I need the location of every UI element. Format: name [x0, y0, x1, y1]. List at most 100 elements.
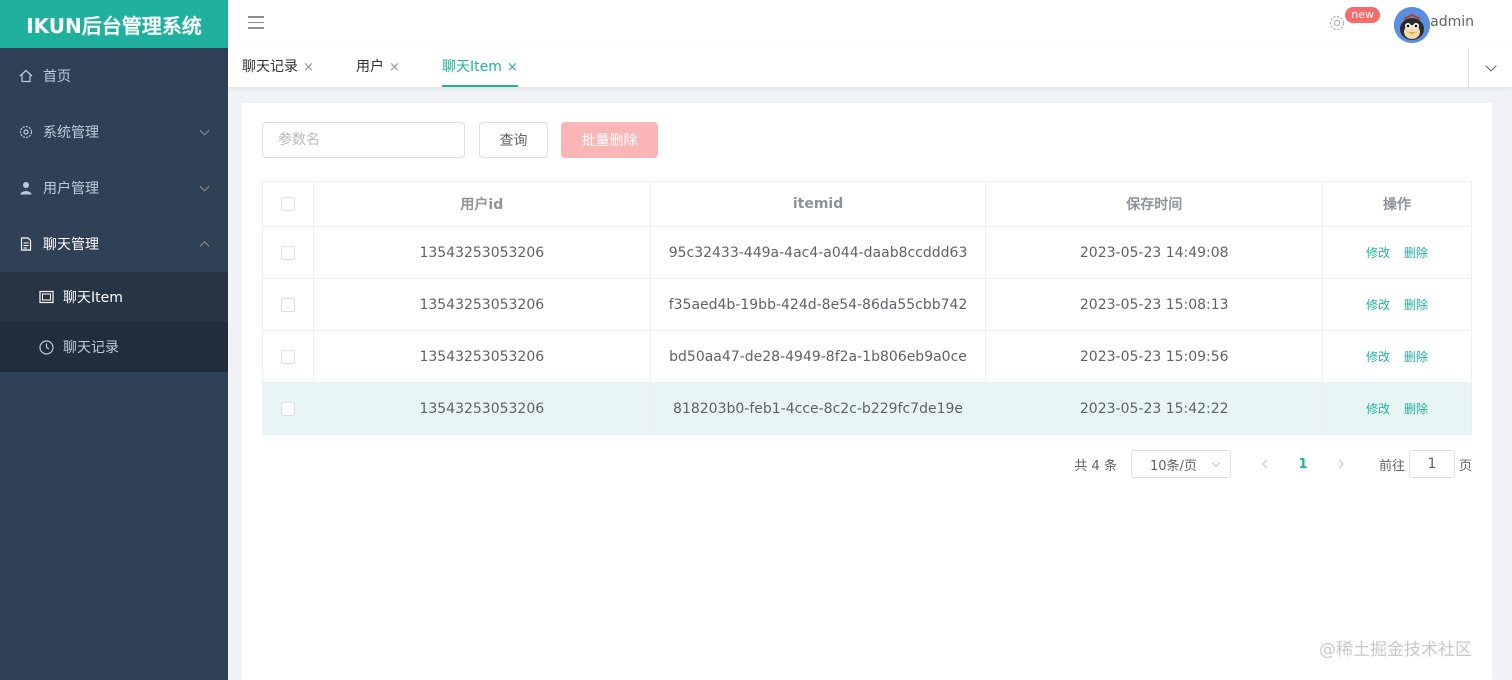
- item-id-cell: 818203b0-feb1-4cce-8c2c-b229fc7de19e: [651, 383, 987, 434]
- save-time-cell: 2023-05-23 14:49:08: [986, 227, 1324, 278]
- delete-link[interactable]: 删除: [1404, 348, 1428, 365]
- select-all-checkbox[interactable]: [280, 197, 295, 211]
- user-id-cell: 13543253053206: [314, 383, 651, 434]
- column-header: 操作: [1323, 182, 1472, 226]
- sidebar-item-label: 系统管理: [43, 125, 99, 141]
- item-id-cell: bd50aa47-de28-4949-8f2a-1b806eb9a0ce: [651, 331, 987, 382]
- close-icon[interactable]: ×: [303, 60, 314, 75]
- user-icon: [18, 180, 34, 196]
- chat-submenu: 聊天Item 聊天记录: [0, 272, 228, 372]
- goto-label: 前往: [1378, 458, 1405, 474]
- select-cell: [263, 227, 314, 278]
- top-header: new admin: [228, 0, 1512, 48]
- sidebar-item-home[interactable]: 首页: [0, 48, 228, 104]
- select-cell: [263, 279, 314, 330]
- total-count: 共 4 条: [1074, 458, 1117, 474]
- row-checkbox[interactable]: [280, 245, 295, 260]
- chevron-down-icon: [199, 125, 210, 136]
- chevron-down-icon: [199, 181, 210, 192]
- batch-delete-button[interactable]: 批量删除: [561, 122, 658, 158]
- actions-cell: 修改 删除: [1323, 383, 1472, 434]
- watermark: @稀土掘金技术社区: [1319, 640, 1472, 660]
- select-cell: [263, 331, 314, 382]
- new-badge: new: [1345, 7, 1380, 23]
- edit-link[interactable]: 修改: [1366, 296, 1390, 313]
- tab-label: 用户: [356, 59, 384, 75]
- app-logo: IKUN后台管理系统: [0, 0, 228, 48]
- delete-link[interactable]: 删除: [1404, 400, 1428, 417]
- data-table: 用户id itemid 保存时间 操作 13543253053206 95c32…: [262, 181, 1472, 435]
- edit-link[interactable]: 修改: [1366, 348, 1390, 365]
- tab-chat-item[interactable]: 聊天Item ×: [442, 48, 518, 87]
- current-page[interactable]: 1: [1283, 457, 1323, 472]
- delete-link[interactable]: 删除: [1404, 296, 1428, 313]
- actions-cell: 修改 删除: [1323, 227, 1472, 278]
- next-page-icon[interactable]: [1323, 450, 1359, 478]
- username[interactable]: admin: [1430, 14, 1474, 30]
- column-header: 用户id: [314, 182, 651, 226]
- item-id-cell: 95c32433-449a-4ac4-a044-daab8ccddd63: [651, 227, 987, 278]
- tab-label: 聊天记录: [242, 59, 298, 75]
- chat-item-icon: [38, 289, 54, 305]
- sidebar-item-system[interactable]: 系统管理: [0, 104, 228, 160]
- sidebar-item-users[interactable]: 用户管理: [0, 160, 228, 216]
- content-card: 查询 批量删除 用户id itemid 保存时间 操作 135432530532…: [242, 103, 1492, 680]
- sidebar-item-label: 聊天管理: [43, 237, 99, 253]
- sidebar-subitem-chat-item[interactable]: 聊天Item: [0, 272, 228, 322]
- column-header: itemid: [651, 182, 987, 226]
- row-checkbox[interactable]: [280, 297, 295, 312]
- sidebar: IKUN后台管理系统 首页 系统管理 用户管理 聊天管理 聊天Item 聊天记录: [0, 0, 228, 680]
- sidebar-item-chat[interactable]: 聊天管理: [0, 216, 228, 272]
- save-time-cell: 2023-05-23 15:09:56: [986, 331, 1324, 382]
- table-row: 13543253053206 bd50aa47-de28-4949-8f2a-1…: [263, 331, 1472, 383]
- sidebar-subitem-chat-records[interactable]: 聊天记录: [0, 322, 228, 372]
- table-row: 13543253053206 818203b0-feb1-4cce-8c2c-b…: [263, 383, 1472, 435]
- item-id-cell: f35aed4b-19bb-424d-8e54-86da55cbb742: [651, 279, 987, 330]
- sidebar-subitem-label: 聊天记录: [63, 340, 119, 356]
- query-button[interactable]: 查询: [479, 122, 548, 158]
- row-checkbox[interactable]: [280, 401, 295, 416]
- user-id-cell: 13543253053206: [314, 227, 651, 278]
- column-header: 保存时间: [986, 182, 1324, 226]
- edit-link[interactable]: 修改: [1366, 400, 1390, 417]
- select-all-cell: [263, 182, 314, 226]
- tab-users[interactable]: 用户 ×: [356, 48, 400, 87]
- close-icon[interactable]: ×: [389, 60, 400, 75]
- search-input[interactable]: [262, 122, 465, 158]
- tabs-bar: 聊天记录 × 用户 × 聊天Item ×: [228, 48, 1512, 88]
- page-size-select[interactable]: 10条/页: [1130, 450, 1231, 478]
- home-icon: [18, 68, 34, 84]
- page-unit-label: 页: [1458, 458, 1472, 474]
- avatar[interactable]: [1394, 7, 1430, 43]
- pagination: 共 4 条 10条/页 1 前往 页: [1074, 450, 1472, 478]
- select-cell: [263, 383, 314, 434]
- prev-page-icon[interactable]: [1247, 450, 1283, 478]
- hamburger-icon[interactable]: [248, 16, 264, 30]
- gear-icon: [18, 124, 34, 140]
- delete-link[interactable]: 删除: [1404, 244, 1428, 261]
- user-id-cell: 13543253053206: [314, 279, 651, 330]
- table-row: 13543253053206 f35aed4b-19bb-424d-8e54-8…: [263, 279, 1472, 331]
- tab-chat-records[interactable]: 聊天记录 ×: [242, 48, 314, 87]
- chevron-down-icon: [1484, 59, 1497, 72]
- sidebar-item-label: 用户管理: [43, 181, 99, 197]
- save-time-cell: 2023-05-23 15:08:13: [986, 279, 1324, 330]
- save-time-cell: 2023-05-23 15:42:22: [986, 383, 1324, 434]
- user-id-cell: 13543253053206: [314, 331, 651, 382]
- goto-page-input[interactable]: [1408, 450, 1455, 478]
- close-icon[interactable]: ×: [507, 60, 518, 75]
- table-header-row: 用户id itemid 保存时间 操作: [263, 182, 1472, 227]
- tabs-dropdown-button[interactable]: [1468, 48, 1512, 87]
- sidebar-subitem-label: 聊天Item: [63, 290, 123, 306]
- clock-icon: [38, 339, 54, 355]
- page-size-value: 10条/页: [1149, 458, 1197, 474]
- tab-label: 聊天Item: [442, 59, 502, 75]
- table-row: 13543253053206 95c32433-449a-4ac4-a044-d…: [263, 227, 1472, 279]
- document-icon: [18, 236, 34, 252]
- actions-cell: 修改 删除: [1323, 279, 1472, 330]
- edit-link[interactable]: 修改: [1366, 244, 1390, 261]
- chevron-down-icon: [1211, 458, 1221, 468]
- actions-cell: 修改 删除: [1323, 331, 1472, 382]
- chevron-up-icon: [199, 241, 210, 252]
- row-checkbox[interactable]: [280, 349, 295, 364]
